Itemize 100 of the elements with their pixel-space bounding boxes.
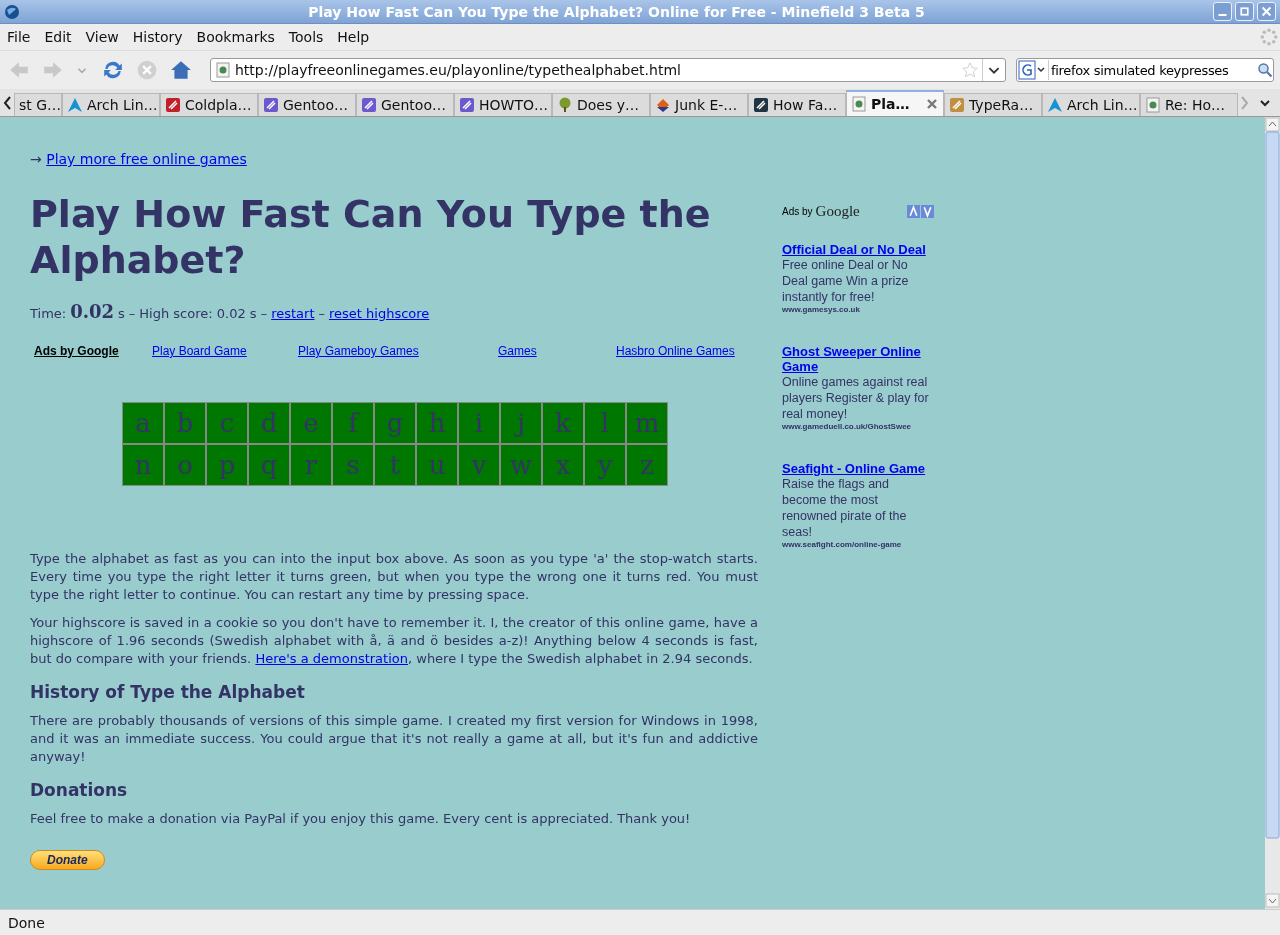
ad-url: www.gameduell.co.uk/GhostSwee — [782, 422, 913, 431]
maximize-button[interactable] — [1235, 2, 1254, 21]
letter-cell: z — [627, 445, 667, 485]
more-games-link[interactable]: Play more free online games — [46, 151, 247, 167]
site-icon — [557, 97, 573, 113]
ad-url: www.gamesys.co.uk — [782, 305, 861, 314]
arrow-text: → — [30, 151, 42, 167]
ad-title[interactable]: Ghost Sweeper Online Game — [782, 344, 934, 374]
menu-item[interactable]: Tools — [288, 29, 324, 45]
throbber-icon — [1260, 28, 1278, 46]
letter-cell: b — [165, 403, 205, 443]
scrollbar-drawing[interactable] — [1265, 117, 1280, 909]
browser-tab[interactable]: How Fa… — [748, 93, 846, 116]
menu-item[interactable]: View — [85, 29, 119, 45]
restart-link[interactable]: restart — [271, 306, 315, 321]
letter-cell: r — [291, 445, 331, 485]
letter-cell: g — [375, 403, 415, 443]
letter-cell: a — [123, 403, 163, 443]
close-button[interactable] — [1257, 2, 1276, 21]
google-icon[interactable] — [1018, 60, 1049, 80]
minimize-button[interactable] — [1213, 2, 1232, 21]
ad-title[interactable]: Official Deal or No Deal — [782, 242, 934, 257]
letter-cell: d — [249, 403, 289, 443]
site-icon — [851, 96, 867, 112]
browser-tab[interactable]: Re: Ho… — [1140, 93, 1238, 116]
section-heading: Donations — [30, 780, 129, 800]
donate-button[interactable]: Donate — [30, 850, 105, 870]
letter-cell: u — [417, 445, 457, 485]
page-icon — [215, 62, 231, 78]
status-text: Done — [8, 914, 45, 931]
browser-tab[interactable]: Gentoo… — [356, 93, 454, 116]
letter-cell: n — [123, 445, 163, 485]
menu-item[interactable]: File — [7, 29, 31, 45]
letter-cell: j — [501, 403, 541, 443]
ad-title[interactable]: Seafight - Online Game — [782, 461, 934, 476]
site-icon — [753, 97, 769, 113]
star-icon[interactable] — [961, 61, 979, 79]
letter-cell: s — [333, 445, 373, 485]
page-heading: Play How Fast Can You Type the Alphabet? — [30, 191, 712, 283]
separator: – — [318, 306, 325, 321]
down-arrow-icon[interactable] — [921, 205, 934, 218]
letter-cell: h — [417, 403, 457, 443]
site-icon — [361, 97, 377, 113]
browser-tab[interactable]: Arch Lin… — [1042, 93, 1140, 116]
browser-tab[interactable]: Junk E-… — [650, 93, 748, 116]
letter-cell: f — [333, 403, 373, 443]
menu-item[interactable]: History — [132, 29, 183, 45]
search-field[interactable]: firefox simulated keypresses — [1016, 58, 1274, 82]
demonstration-link[interactable]: Here's a demonstration — [255, 651, 408, 666]
browser-tab[interactable]: Pla… — [846, 90, 944, 116]
browser-tab[interactable]: Gentoo… — [258, 93, 356, 116]
browser-tab[interactable]: Arch Lin… — [62, 93, 160, 116]
close-tab-icon[interactable] — [925, 97, 939, 111]
site-icon — [263, 97, 279, 113]
ad-link[interactable]: Play Gameboy Games — [298, 344, 498, 358]
letter-cell: c — [207, 403, 247, 443]
address-field[interactable]: http://playfreeonlinegames.eu/playonline/typethealphabet.html — [210, 58, 1006, 82]
letter-cell: i — [459, 403, 499, 443]
ad-link[interactable]: Play Board Game — [152, 344, 298, 358]
browser-tab[interactable]: st G… — [14, 93, 62, 116]
reload-icon[interactable] — [102, 59, 124, 81]
letter-cell: p — [207, 445, 247, 485]
site-icon — [165, 97, 181, 113]
time-unit: s — [118, 306, 125, 321]
menu-item[interactable]: Help — [337, 29, 370, 45]
donations-paragraph: Feel free to make a donation via PayPal if you enjoy this game. Every cent is appreciated. Thank you! — [30, 810, 692, 828]
site-icon — [67, 97, 83, 113]
ad-link[interactable]: Games — [498, 344, 616, 358]
site-icon — [1145, 97, 1161, 113]
globe-icon — [4, 3, 20, 20]
history-paragraph: There are probably thousands of versions of this simple game. I created my first version for Windows in 1998, and it was an immediate success. You could argue that it's not really a game at all, but it's fun and addictive anyway! — [30, 712, 758, 766]
letter-cell: o — [165, 445, 205, 485]
home-icon[interactable] — [170, 59, 192, 81]
browser-tab[interactable]: Does y… — [552, 93, 650, 116]
time-label: Time: — [30, 306, 67, 321]
letter-cell: y — [585, 445, 625, 485]
ad-text: Free online Deal or No Deal game Win a prize instantly for free! — [782, 257, 910, 305]
browser-tab[interactable]: HOWTO… — [454, 93, 552, 116]
browser-tab[interactable]: TypeRa… — [944, 93, 1042, 116]
menu-item[interactable]: Edit — [44, 29, 72, 45]
browser-tab[interactable]: Coldpla… — [160, 93, 258, 116]
maximize-icon — [1238, 5, 1251, 18]
letter-cell: k — [543, 403, 583, 443]
site-icon — [655, 97, 671, 113]
letter-cell: e — [291, 403, 331, 443]
ads-by-label: Ads by — [782, 206, 813, 217]
reset-highscore-link[interactable]: reset highscore — [329, 306, 430, 321]
letter-cell: q — [249, 445, 289, 485]
close-icon — [1260, 5, 1273, 18]
letter-cell: w — [501, 445, 541, 485]
ads-label[interactable]: Ads by Google — [34, 344, 152, 358]
up-arrow-icon[interactable] — [907, 205, 920, 218]
letter-cell: t — [375, 445, 415, 485]
letter-cell: v — [459, 445, 499, 485]
search-icon[interactable] — [1257, 62, 1273, 78]
menu-item[interactable]: Bookmarks — [196, 29, 275, 45]
ad-link[interactable]: Hasbro Online Games — [616, 344, 735, 358]
site-icon — [949, 97, 965, 113]
site-icon — [459, 97, 475, 113]
ad-text: Raise the flags and become the most renowned pirate of the seas! — [782, 476, 908, 540]
